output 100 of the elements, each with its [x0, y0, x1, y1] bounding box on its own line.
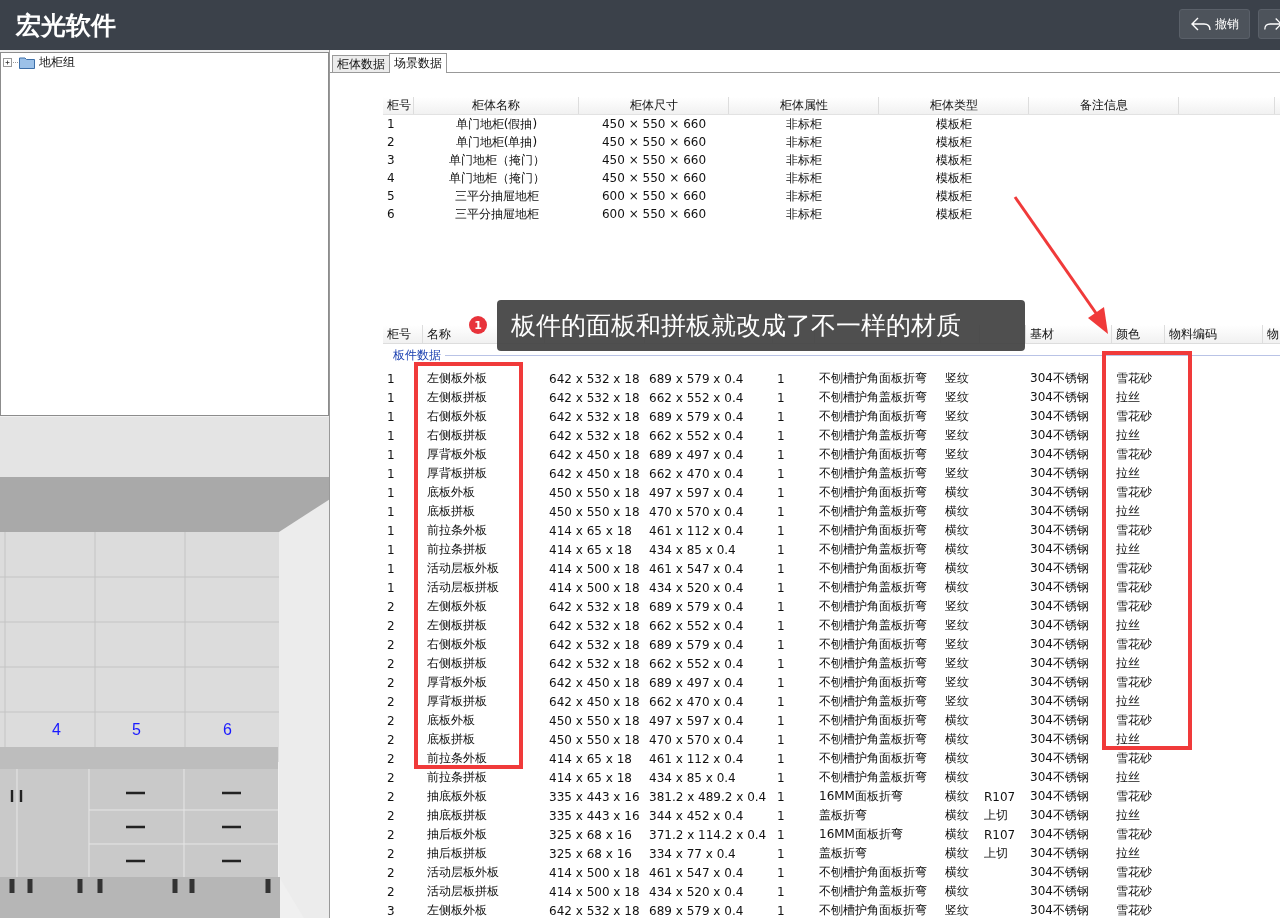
- table-cell-text: 689 x 579 x 0.4: [648, 599, 745, 614]
- tab[interactable]: 柜体数据: [332, 55, 390, 72]
- table-cell-text: 450 × 550 × 660: [600, 153, 708, 167]
- table-cell-text: 雪花砂: [1115, 560, 1153, 577]
- table-cell-text: 1: [776, 846, 786, 861]
- table-cell-text: 竖纹: [944, 693, 970, 710]
- table-cell-text: 414 x 65 x 18: [548, 770, 633, 785]
- table-cell-text: 底板拼板: [426, 731, 476, 748]
- tab[interactable]: 场景数据: [389, 53, 447, 73]
- table-cell-text: 497 x 597 x 0.4: [648, 713, 745, 728]
- table-cell-text: 活动层板外板: [426, 864, 500, 881]
- table-cell-text: 304不锈钢: [1029, 807, 1090, 824]
- table-cell-text: 非标柜: [785, 169, 823, 187]
- table-cell-text: 不刨槽护角面板折弯: [818, 446, 928, 463]
- table-cell-text: 不刨槽护角面板折弯: [818, 712, 928, 729]
- table-cell-text: 461 x 112 x 0.4: [648, 523, 745, 538]
- table-cell-text: 非标柜: [785, 187, 823, 205]
- table-cell-text: 434 x 85 x 0.4: [648, 770, 737, 785]
- table-cell-text: 不刨槽护角面板折弯: [818, 484, 928, 501]
- table-cell-text: R107: [983, 789, 1017, 804]
- table-cell-text: 1: [776, 599, 786, 614]
- column-header: 柜体类型: [879, 97, 1029, 114]
- table-cell-text: 不刨槽护角盖板折弯: [818, 541, 928, 558]
- column-header: 备注信息: [1029, 97, 1179, 114]
- table-cell-text: 1: [776, 637, 786, 652]
- table-cell-text: 横纹: [944, 712, 970, 729]
- table-cell-text: 304不锈钢: [1029, 579, 1090, 596]
- table-cell-text: 689 x 579 x 0.4: [648, 371, 745, 386]
- table-cell-text: 2: [386, 713, 396, 728]
- table-cell-text: 右侧板外板: [426, 408, 488, 425]
- table-cell-text: 拉丝: [1115, 541, 1141, 558]
- table-cell-text: 3: [386, 903, 396, 918]
- table-cell-text: 461 x 547 x 0.4: [648, 865, 745, 880]
- table-cell-text: 16MM面板折弯: [818, 826, 904, 843]
- table-cell-text: 拉丝: [1115, 617, 1141, 634]
- table-cell-text: 拉丝: [1115, 427, 1141, 444]
- table-cell-text: 2: [386, 751, 396, 766]
- table-cell-text: 模板柜: [935, 115, 973, 133]
- table-cell-text: 642 x 532 x 18: [548, 656, 641, 671]
- table-cell-text: 拉丝: [1115, 845, 1141, 862]
- table-cell-text: 横纹: [944, 769, 970, 786]
- table-cell-text: 304不锈钢: [1029, 883, 1090, 900]
- table-cell-text: 662 x 470 x 0.4: [648, 466, 745, 481]
- table-cell-text: 雪花砂: [1115, 674, 1153, 691]
- redo-icon: [1263, 16, 1280, 32]
- undo-button[interactable]: 撤销: [1179, 9, 1250, 39]
- table-cell-text: 横纹: [944, 503, 970, 520]
- table-cell-text: 不刨槽护角盖板折弯: [818, 731, 928, 748]
- table-cell-text: 304不锈钢: [1029, 845, 1090, 862]
- table-cell-text: 2: [386, 884, 396, 899]
- table-cell-text: 304不锈钢: [1029, 598, 1090, 615]
- table-cell-text: 1: [386, 428, 396, 443]
- table-cell-text: 活动层板外板: [426, 560, 500, 577]
- table-cell-text: 不刨槽护角面板折弯: [818, 408, 928, 425]
- table-cell-text: 不刨槽护角面板折弯: [818, 522, 928, 539]
- table-cell-text: 642 x 532 x 18: [548, 428, 641, 443]
- table-cell-text: 不刨槽护角面板折弯: [818, 864, 928, 881]
- column-header: 物: [1263, 325, 1280, 343]
- table-cell-text: 不刨槽护角盖板折弯: [818, 579, 928, 596]
- table-cell-text: 不刨槽护角盖板折弯: [818, 389, 928, 406]
- table-cell-text: 304不锈钢: [1029, 522, 1090, 539]
- table-cell-text: 横纹: [944, 807, 970, 824]
- table-cell-text: 抽后板拼板: [426, 845, 488, 862]
- table-cell-text: 模板柜: [935, 187, 973, 205]
- table-cell-text: 前拉条拼板: [426, 541, 488, 558]
- table-cell-text: 雪花砂: [1115, 598, 1153, 615]
- tree-item[interactable]: 地柜组: [39, 53, 75, 71]
- table-cell-text: 2: [386, 827, 396, 842]
- table-cell-text: 434 x 520 x 0.4: [648, 580, 745, 595]
- table-cell-text: 竖纹: [944, 674, 970, 691]
- table-cell-text: 雪花砂: [1115, 522, 1153, 539]
- table-cell-text: 304不锈钢: [1029, 788, 1090, 805]
- table-cell-text: 1: [386, 561, 396, 576]
- table-cell-text: 1: [776, 675, 786, 690]
- table-cell-text: 1: [776, 751, 786, 766]
- table-cell-text: 1: [386, 371, 396, 386]
- table-cell-text: 横纹: [944, 826, 970, 843]
- table-cell-text: 拉丝: [1115, 731, 1141, 748]
- table-cell-text: 2: [386, 789, 396, 804]
- table-cell-text: 不刨槽护角盖板折弯: [818, 655, 928, 672]
- table-cell-text: 前拉条拼板: [426, 769, 488, 786]
- table-cell-text: 厚背板拼板: [426, 465, 488, 482]
- table-cell-text: 竖纹: [944, 427, 970, 444]
- table-cell-text: 不刨槽护角面板折弯: [818, 636, 928, 653]
- table-cell-text: 盖板折弯: [818, 807, 868, 824]
- table-cell-text: 304不锈钢: [1029, 636, 1090, 653]
- table-cell-text: 1: [776, 485, 786, 500]
- redo-button[interactable]: [1258, 9, 1280, 39]
- expand-icon[interactable]: [3, 57, 12, 67]
- table-cell-text: 雪花砂: [1115, 484, 1153, 501]
- table-cell-text: 底板拼板: [426, 503, 476, 520]
- table-cell-text: 1: [776, 618, 786, 633]
- table-cell-text: 不刨槽护角盖板折弯: [818, 617, 928, 634]
- table-cell-text: 497 x 597 x 0.4: [648, 485, 745, 500]
- table-cell-text: 拉丝: [1115, 769, 1141, 786]
- table-cell-text: 左侧板外板: [426, 370, 488, 387]
- table-cell-text: 642 x 532 x 18: [548, 903, 641, 918]
- table-cell-text: 模板柜: [935, 133, 973, 151]
- column-header: 颜色: [1112, 325, 1165, 343]
- table-cell-text: 461 x 547 x 0.4: [648, 561, 745, 576]
